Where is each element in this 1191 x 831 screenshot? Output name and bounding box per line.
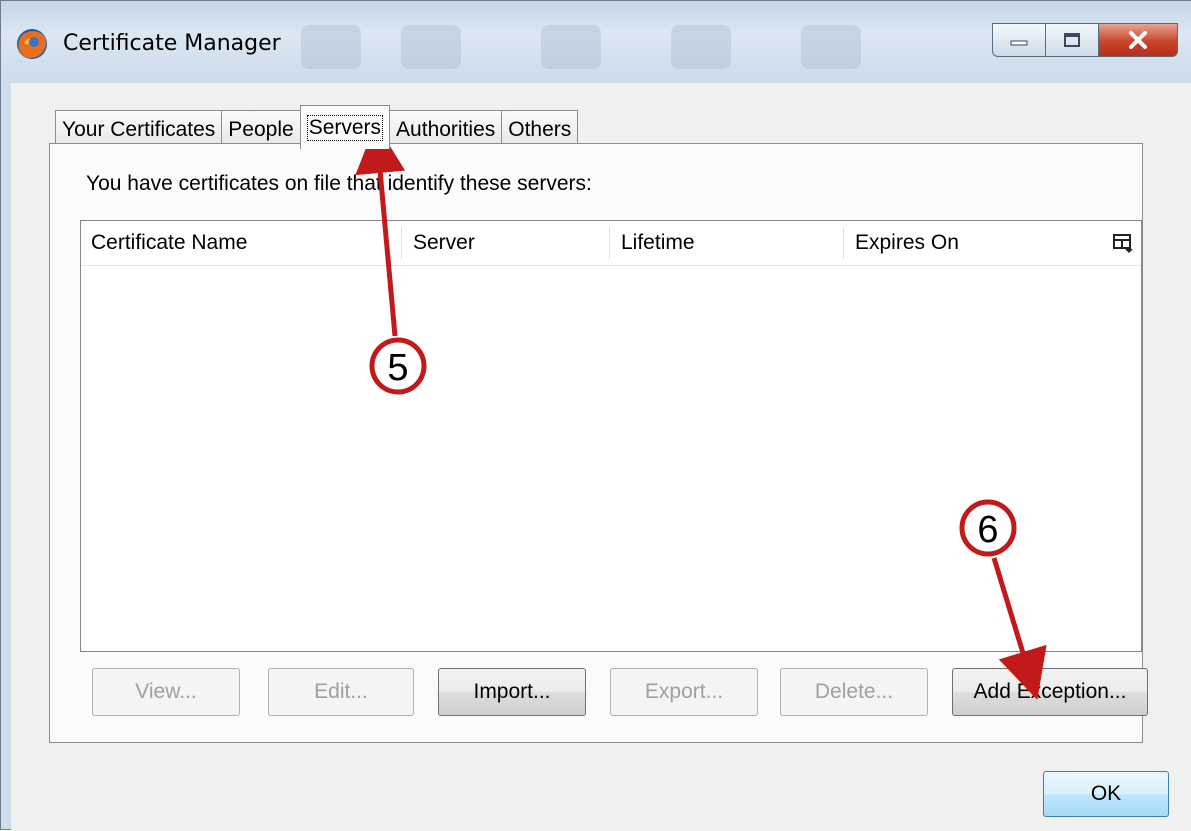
edit-button[interactable]: Edit... bbox=[268, 668, 414, 716]
certificate-list[interactable]: Certificate Name Server Lifetime Expires… bbox=[80, 220, 1142, 652]
maximize-button[interactable] bbox=[1045, 23, 1098, 57]
edit-button-label: Edit... bbox=[314, 680, 368, 703]
column-picker-icon[interactable] bbox=[1111, 231, 1135, 255]
intro-text: You have certificates on file that ident… bbox=[86, 172, 592, 195]
column-header-certificate-name[interactable]: Certificate Name bbox=[81, 221, 401, 265]
maximize-icon bbox=[1064, 33, 1080, 47]
window-title: Certificate Manager bbox=[63, 31, 281, 56]
tab-strip: Your Certificates People Servers Authori… bbox=[55, 105, 579, 149]
title-bar-decoration bbox=[671, 25, 731, 69]
delete-button-label: Delete... bbox=[814, 680, 894, 703]
delete-button[interactable]: Delete... bbox=[780, 668, 928, 716]
firefox-icon bbox=[17, 29, 47, 59]
import-button[interactable]: Import... bbox=[438, 668, 586, 716]
column-divider[interactable] bbox=[401, 227, 402, 259]
close-icon bbox=[1129, 31, 1147, 49]
tab-label: Others bbox=[508, 117, 572, 141]
add-exception-button-label: Add Exception... bbox=[973, 680, 1127, 703]
ok-button-label: OK bbox=[1090, 782, 1122, 805]
title-bar-decoration bbox=[301, 25, 361, 69]
title-bar-decoration bbox=[801, 25, 861, 69]
tab-label: Your Certificates bbox=[62, 117, 216, 141]
add-exception-button[interactable]: Add Exception... bbox=[952, 668, 1148, 716]
view-button-label: View... bbox=[135, 680, 197, 703]
tab-label: Servers bbox=[306, 114, 384, 141]
minimize-icon bbox=[1010, 40, 1028, 46]
column-header-expires-on[interactable]: Expires On bbox=[845, 221, 1095, 265]
tab-label: People bbox=[228, 117, 294, 141]
minimize-button[interactable] bbox=[992, 23, 1045, 57]
tab-servers[interactable]: Servers bbox=[299, 105, 391, 149]
title-bar-decoration bbox=[401, 25, 461, 69]
column-header-lifetime[interactable]: Lifetime bbox=[611, 221, 843, 265]
export-button-label: Export... bbox=[644, 680, 724, 703]
window-controls bbox=[992, 23, 1178, 57]
import-button-label: Import... bbox=[473, 680, 551, 703]
servers-tab-panel: You have certificates on file that ident… bbox=[49, 143, 1148, 743]
title-bar-decoration bbox=[541, 25, 601, 69]
export-button[interactable]: Export... bbox=[610, 668, 758, 716]
title-bar: Certificate Manager bbox=[1, 1, 1191, 83]
list-header: Certificate Name Server Lifetime Expires… bbox=[81, 221, 1141, 266]
view-button[interactable]: View... bbox=[92, 668, 240, 716]
dialog-client-area: Your Certificates People Servers Authori… bbox=[11, 83, 1191, 831]
tab-label: Authorities bbox=[396, 117, 496, 141]
action-button-row: View... Edit... Import... Export... Dele… bbox=[50, 668, 1148, 718]
dialog-window: Certificate Manager Your Certificates Pe… bbox=[0, 0, 1191, 831]
column-header-server[interactable]: Server bbox=[403, 221, 609, 265]
ok-button[interactable]: OK bbox=[1043, 771, 1169, 817]
column-divider[interactable] bbox=[843, 227, 844, 259]
column-divider[interactable] bbox=[609, 227, 610, 259]
close-button[interactable] bbox=[1098, 23, 1178, 57]
